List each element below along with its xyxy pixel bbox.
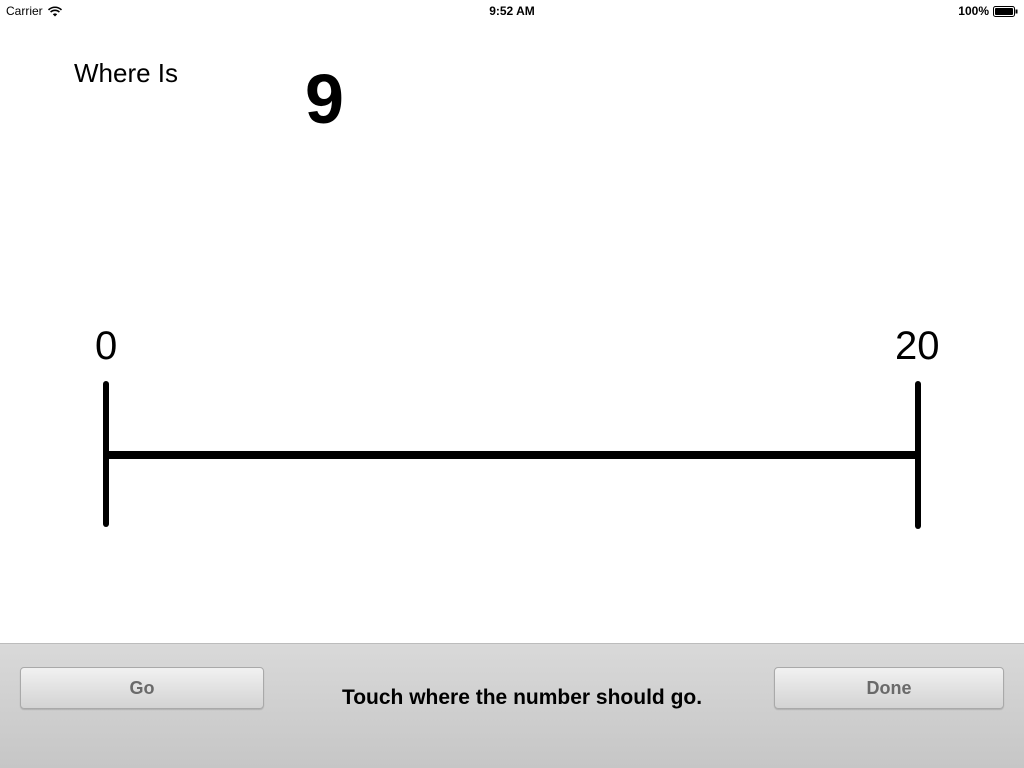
done-button[interactable]: Done (774, 667, 1004, 709)
go-button[interactable]: Go (20, 667, 264, 709)
instruction-text: Touch where the number should go. (341, 686, 703, 709)
app-screen: Carrier 9:52 AM 100% Where Is 9 0 20 Go … (0, 0, 1024, 768)
bottom-toolbar: Go Touch where the number should go. Don… (0, 643, 1024, 768)
number-line[interactable] (0, 0, 1024, 640)
